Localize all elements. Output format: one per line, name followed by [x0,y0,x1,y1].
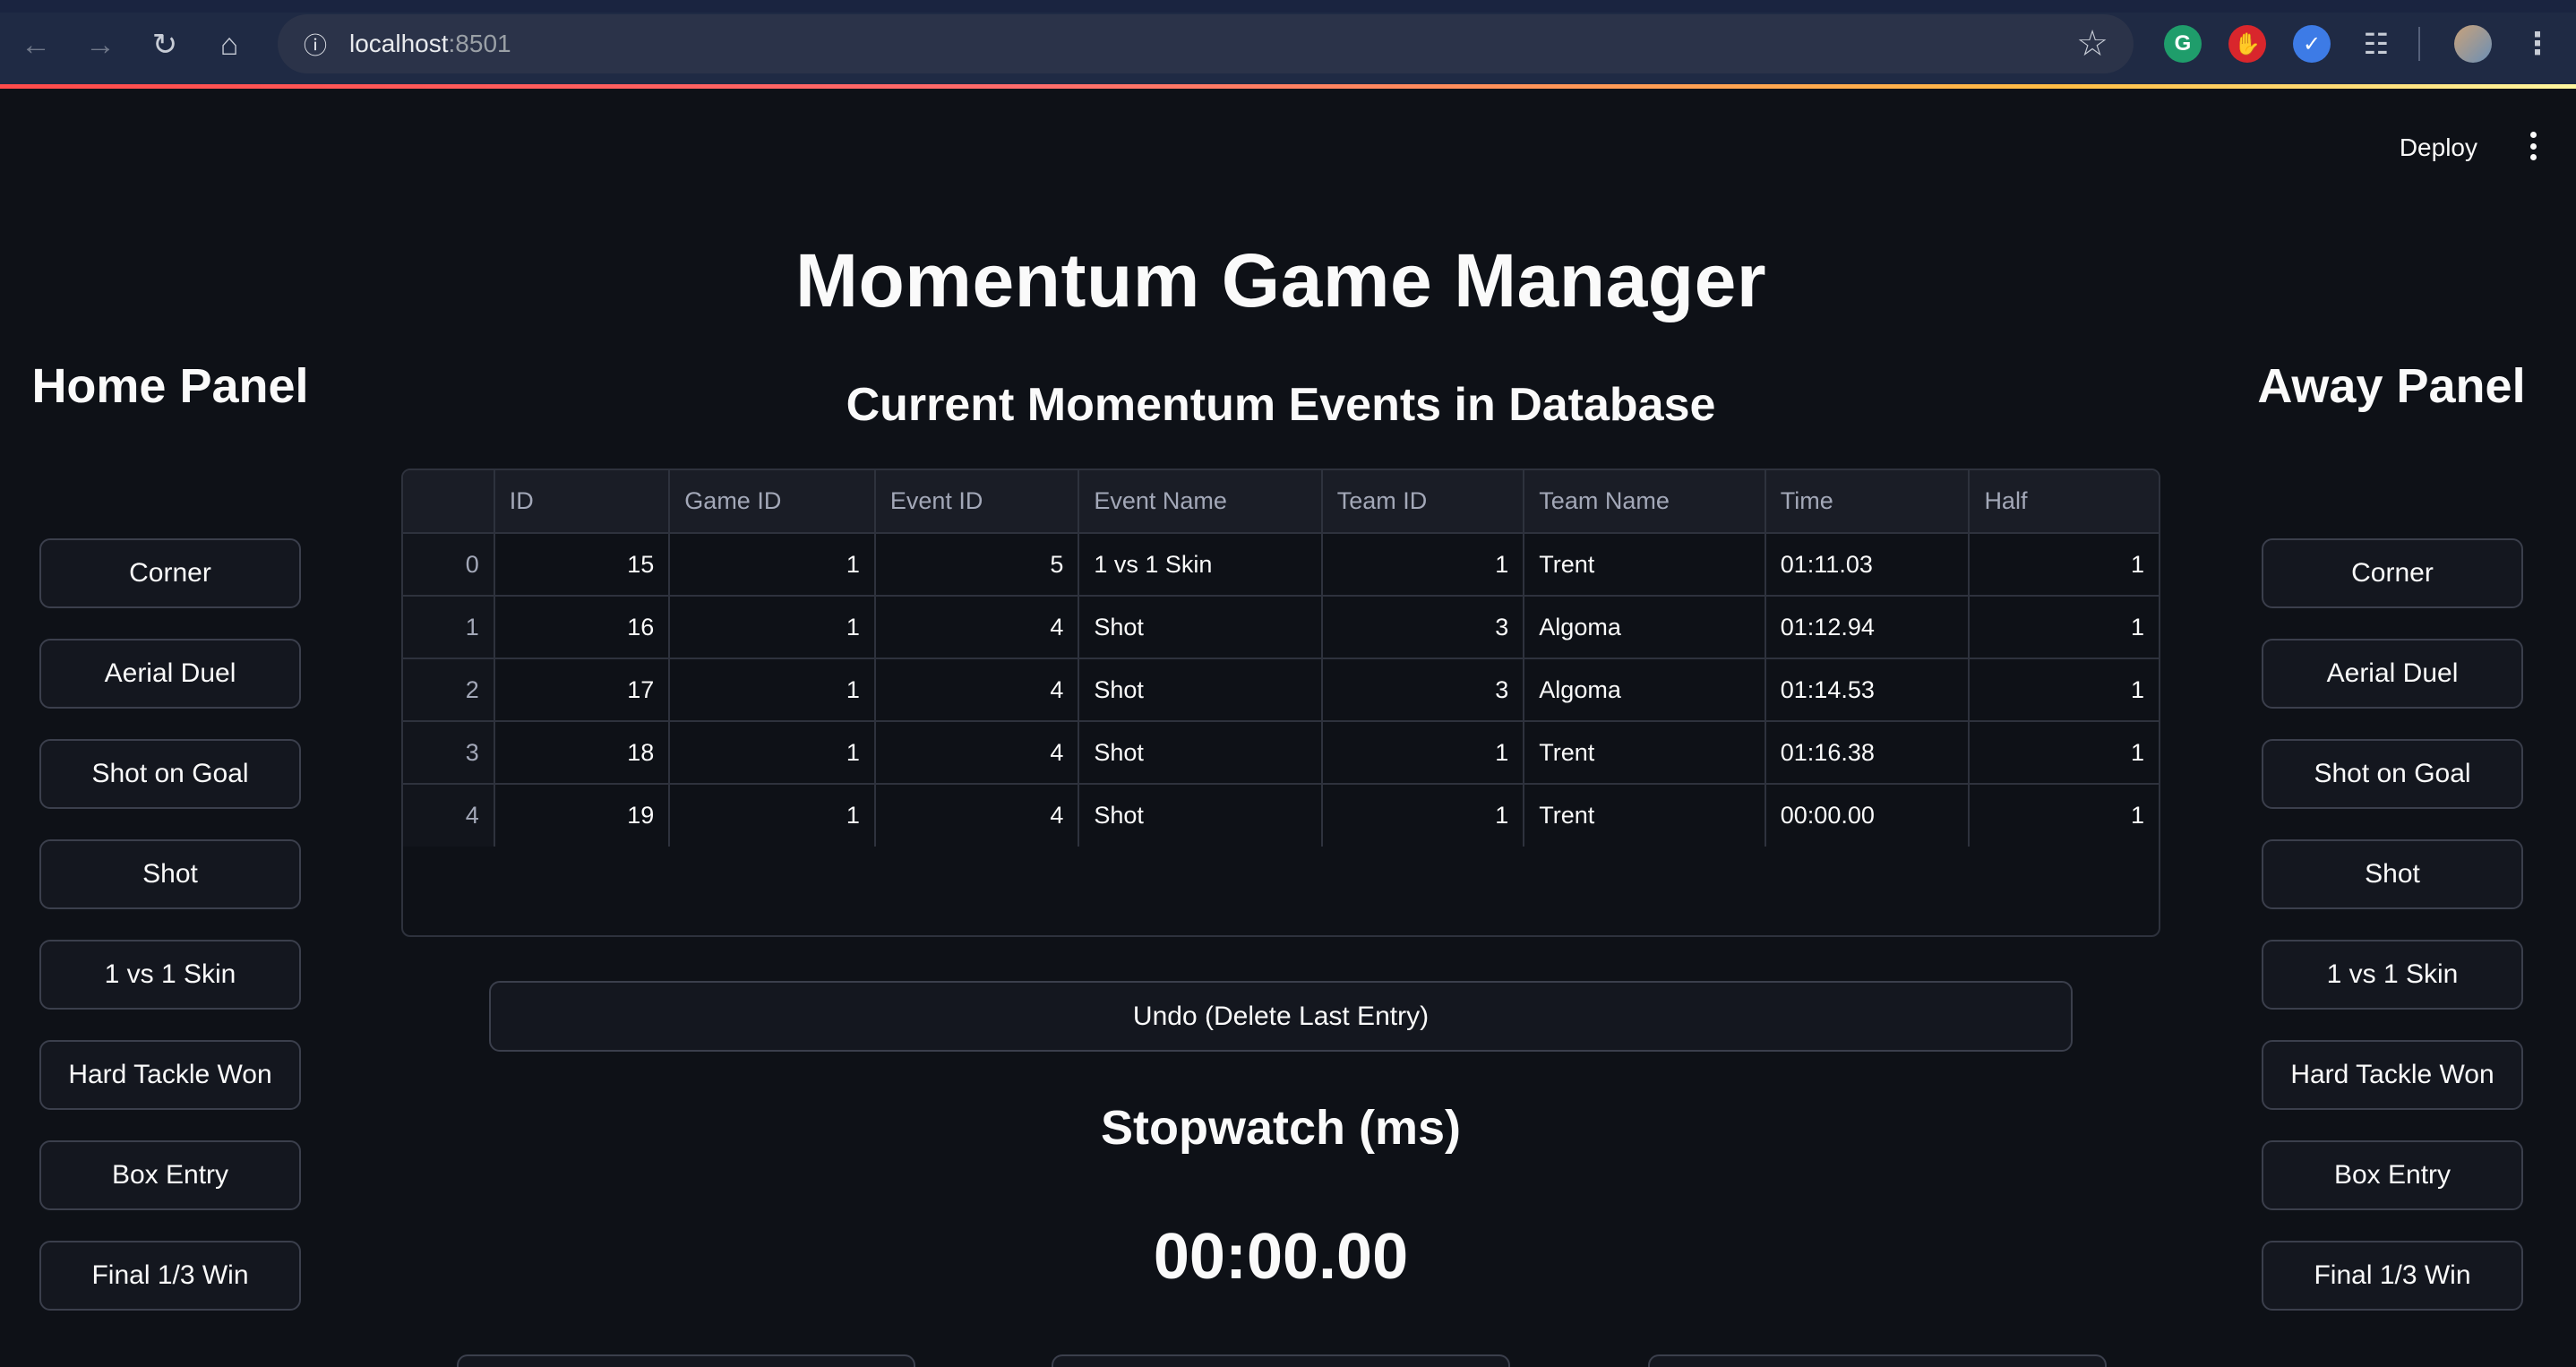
cell-time[interactable]: 01:12.94 [1765,596,1971,659]
page-title: Momentum Game Manager [794,238,1767,322]
table-row: 0 15 1 5 1 vs 1 Skin 1 Trent 01:11.03 1 [403,533,2159,597]
cell-event-id[interactable]: 4 [874,596,1080,659]
cell-game-id[interactable]: 1 [669,596,876,659]
column-header-game-id[interactable]: Game ID [669,470,876,534]
table-row: 2 17 1 4 Shot 3 Algoma 01:14.53 1 [403,658,2159,722]
cell-half[interactable]: 1 [1969,658,2159,722]
row-index: 0 [403,533,495,597]
home-1v1-skin-button[interactable]: 1 vs 1 Skin [39,940,301,1010]
table-row: 4 19 1 4 Shot 1 Trent 00:00.00 1 [403,784,2159,847]
cell-team-name[interactable]: Trent [1524,533,1766,597]
cell-event-name[interactable]: 1 vs 1 Skin [1078,533,1323,597]
column-header-index[interactable] [403,470,495,534]
home-corner-button[interactable]: Corner [39,538,301,608]
cell-event-name[interactable]: Shot [1078,721,1323,785]
reload-icon[interactable]: ↻ [143,23,186,66]
stopwatch-control-button[interactable] [457,1354,915,1367]
cell-team-id[interactable]: 3 [1321,596,1525,659]
forward-icon[interactable]: → [79,23,122,66]
stopwatch-display: 00:00.00 [1153,1221,1409,1293]
row-index: 1 [403,596,495,659]
column-header-half[interactable]: Half [1969,470,2159,534]
row-index: 4 [403,784,495,847]
cell-team-name[interactable]: Algoma [1524,596,1766,659]
back-icon[interactable]: ← [14,23,57,66]
table-row: 3 18 1 4 Shot 1 Trent 01:16.38 1 [403,721,2159,785]
home-shot-button[interactable]: Shot [39,839,301,909]
cell-id[interactable]: 19 [494,784,671,847]
address-bar[interactable]: ⓘ localhost:8501 ☆ [278,14,2134,73]
away-shot-on-goal-button[interactable]: Shot on Goal [2262,739,2523,809]
cell-half[interactable]: 1 [1969,533,2159,597]
cell-time[interactable]: 00:00.00 [1765,784,1971,847]
cell-event-id[interactable]: 4 [874,784,1080,847]
home-aerial-duel-button[interactable]: Aerial Duel [39,639,301,709]
cell-id[interactable]: 15 [494,533,671,597]
cell-team-id[interactable]: 1 [1321,721,1525,785]
toolbar-divider [2418,27,2420,61]
extension-icon[interactable]: ✓ [2293,25,2331,63]
site-info-icon[interactable]: ⓘ [297,26,333,62]
grammarly-icon[interactable]: G [2164,25,2202,63]
stopwatch-control-button[interactable] [1648,1354,2107,1367]
cell-event-name[interactable]: Shot [1078,658,1323,722]
cell-id[interactable]: 18 [494,721,671,785]
puzzle-icon[interactable]: ☷ [2357,25,2395,63]
cell-event-id[interactable]: 4 [874,721,1080,785]
browser-toolbar: ← → ↻ ⌂ ⓘ localhost:8501 ☆ G ✋ ✓ ☷ ⋮ [0,0,2576,88]
cell-time[interactable]: 01:14.53 [1765,658,1971,722]
stopwatch-title: Stopwatch (ms) [1100,1101,1462,1155]
away-1v1-skin-button[interactable]: 1 vs 1 Skin [2262,940,2523,1010]
cell-team-id[interactable]: 3 [1321,658,1525,722]
cell-team-name[interactable]: Trent [1524,721,1766,785]
cell-team-name[interactable]: Algoma [1524,658,1766,722]
events-section-title: Current Momentum Events in Database [846,379,1716,431]
profile-avatar[interactable] [2454,25,2492,63]
row-index: 2 [403,658,495,722]
cell-game-id[interactable]: 1 [669,721,876,785]
cell-event-id[interactable]: 4 [874,658,1080,722]
undo-delete-last-entry-button[interactable]: Undo (Delete Last Entry) [489,981,2073,1052]
cell-game-id[interactable]: 1 [669,533,876,597]
cell-time[interactable]: 01:11.03 [1765,533,1971,597]
column-header-team-id[interactable]: Team ID [1321,470,1525,534]
cell-game-id[interactable]: 1 [669,658,876,722]
stopwatch-control-button[interactable] [1052,1354,1510,1367]
cell-team-name[interactable]: Trent [1524,784,1766,847]
away-aerial-duel-button[interactable]: Aerial Duel [2262,639,2523,709]
column-header-event-name[interactable]: Event Name [1078,470,1323,534]
home-shot-on-goal-button[interactable]: Shot on Goal [39,739,301,809]
cell-id[interactable]: 16 [494,596,671,659]
cell-event-name[interactable]: Shot [1078,596,1323,659]
main-menu-icon[interactable] [2522,128,2544,164]
away-corner-button[interactable]: Corner [2262,538,2523,608]
cell-event-name[interactable]: Shot [1078,784,1323,847]
table-row: 1 16 1 4 Shot 3 Algoma 01:12.94 1 [403,596,2159,659]
home-icon[interactable]: ⌂ [208,23,251,66]
cell-half[interactable]: 1 [1969,596,2159,659]
away-shot-button[interactable]: Shot [2262,839,2523,909]
column-header-event-id[interactable]: Event ID [874,470,1080,534]
cell-team-id[interactable]: 1 [1321,784,1525,847]
table-header-row: ID Game ID Event ID Event Name Team ID T… [403,470,2159,534]
bookmark-star-icon[interactable]: ☆ [2076,23,2108,64]
tab-strip [0,0,2576,13]
adblock-icon[interactable]: ✋ [2228,25,2266,63]
menu-icon[interactable]: ⋮ [2519,25,2556,63]
column-header-id[interactable]: ID [494,470,671,534]
cell-half[interactable]: 1 [1969,784,2159,847]
cell-id[interactable]: 17 [494,658,671,722]
cell-game-id[interactable]: 1 [669,784,876,847]
cell-half[interactable]: 1 [1969,721,2159,785]
cell-team-id[interactable]: 1 [1321,533,1525,597]
url-text: localhost:8501 [349,30,511,57]
column-header-time[interactable]: Time [1765,470,1971,534]
row-index: 3 [403,721,495,785]
cell-event-id[interactable]: 5 [874,533,1080,597]
column-header-team-name[interactable]: Team Name [1524,470,1766,534]
cell-time[interactable]: 01:16.38 [1765,721,1971,785]
deploy-button[interactable]: Deploy [2400,133,2477,162]
events-table[interactable]: ID Game ID Event ID Event Name Team ID T… [401,469,2160,937]
